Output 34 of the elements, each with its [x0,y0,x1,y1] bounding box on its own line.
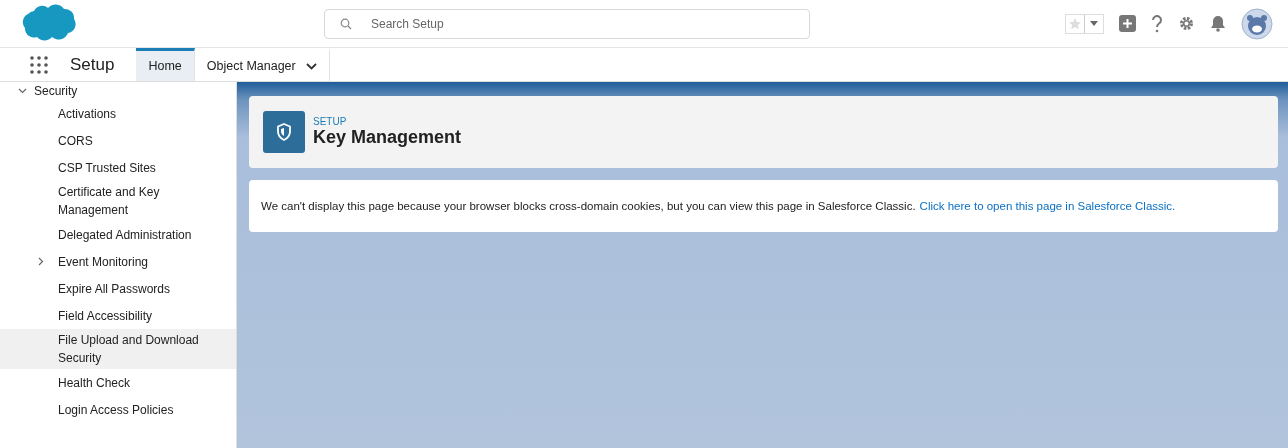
chevron-down-icon[interactable] [18,88,27,94]
help-icon[interactable] [1151,14,1163,33]
settings-icon[interactable] [1178,15,1195,32]
star-icon [1068,16,1082,31]
chevron-down-icon[interactable] [305,62,317,70]
search-icon [340,17,352,30]
favorites-button[interactable] [1065,13,1104,34]
tree-item[interactable]: CORS [0,127,236,154]
avatar-icon[interactable] [1241,7,1273,40]
page-title: Key Management [313,127,462,148]
tree-item[interactable]: Certificate and Key Management [0,181,236,221]
chevron-right-icon[interactable] [38,257,44,266]
tree-item[interactable]: File Upload and Download Security [0,329,236,369]
nav-tab[interactable]: Object Manager [194,48,330,81]
tree-item[interactable]: Expire All Passwords [0,275,236,302]
nav-tab[interactable]: Home [136,48,195,81]
tree-item[interactable]: Delegated Administration [0,221,236,248]
tree-item[interactable]: Event Monitoring [0,248,236,275]
plus-icon[interactable] [1119,15,1136,32]
breadcrumb-label[interactable]: SETUP [313,116,462,127]
bell-icon[interactable] [1210,15,1226,32]
tree-item[interactable]: Field Accessibility [0,302,236,329]
message-text: We can't display this page because your browser blocks cross-domain cookies, but you can view this page in Salesforce Classic. [261,200,916,212]
tree-item[interactable]: Health Check [0,369,236,396]
tree-item[interactable]: Login Access Policies [0,396,236,423]
shield-icon [263,111,305,153]
cloud-logo[interactable] [22,2,76,41]
tree-item[interactable]: Security [0,82,236,100]
tree-item[interactable]: Activations [0,100,236,127]
classic-link[interactable]: Click here to open this page in Salesforce Classic. [919,200,1176,212]
tree-item[interactable]: CSP Trusted Sites [0,154,236,181]
app-name: Setup [70,54,115,75]
app-launcher-icon[interactable] [30,55,48,74]
search-field[interactable]: Search Setup [324,8,810,39]
